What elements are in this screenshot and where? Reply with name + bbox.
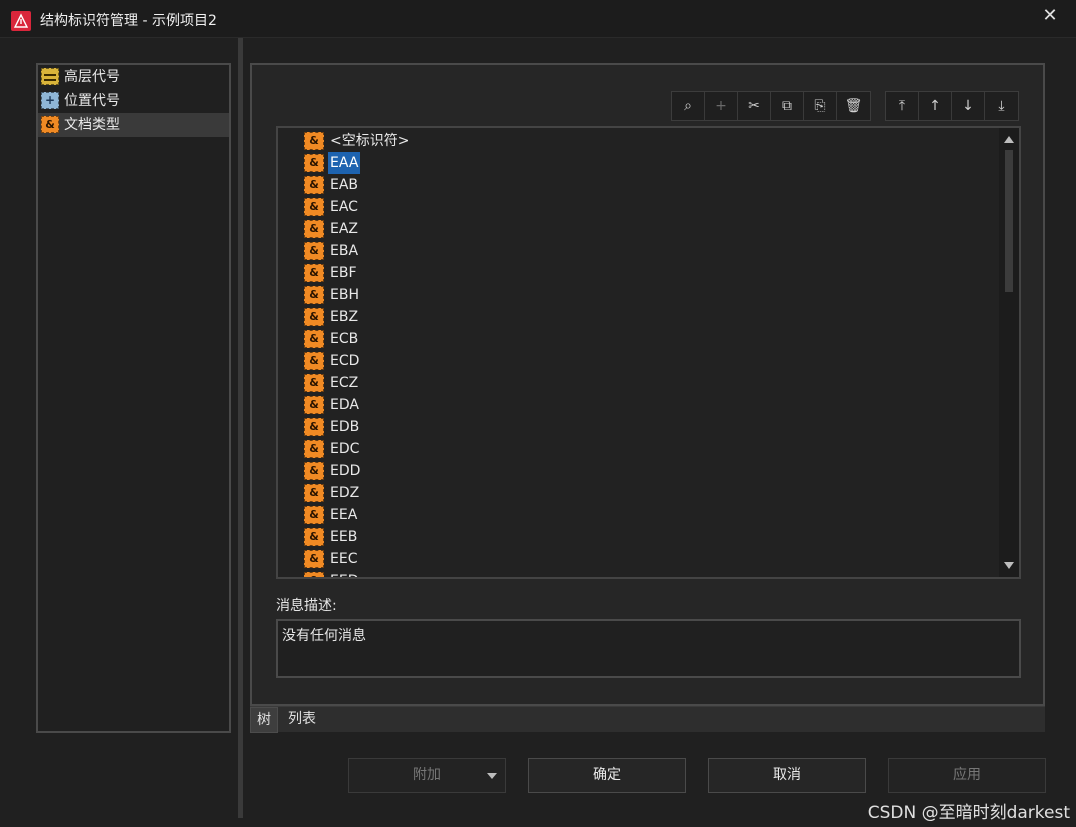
chevron-down-icon[interactable] <box>487 773 497 779</box>
tab-tree[interactable]: 树 <box>250 707 278 733</box>
paste-button[interactable]: ⎘ <box>804 92 837 120</box>
nav-item-document-type[interactable]: & 文档类型 <box>38 113 229 137</box>
copy-button[interactable]: ⧉ <box>771 92 804 120</box>
document-type-icon: & <box>304 396 324 414</box>
tree-item-label: ECZ <box>330 375 359 391</box>
nav-item-high-level-code[interactable]: 高层代号 <box>38 65 229 89</box>
cut-button[interactable]: ✂ <box>738 92 771 120</box>
nav-item-label: 高层代号 <box>64 69 120 85</box>
identifier-tree[interactable]: & <空标识符> & EAA & EAB & EAC & EAZ & EBA & EBF & EBH & EBZ &… <box>276 126 1021 579</box>
add-icon: + <box>715 98 727 114</box>
tree-item-label: EAC <box>330 199 358 215</box>
paste-icon: ⎘ <box>814 98 826 114</box>
location-code-icon: + <box>41 92 59 109</box>
view-tab-bar: 树 列表 <box>250 706 1045 733</box>
copy-icon: ⧉ <box>782 98 792 114</box>
move-down-icon: ↓ <box>962 98 974 114</box>
edit-toolbar: ⌕ + ✂ ⧉ ⎘ 🗑 <box>671 91 871 121</box>
nav-item-location-code[interactable]: + 位置代号 <box>38 89 229 113</box>
scroll-thumb[interactable] <box>1005 150 1013 292</box>
tree-item-label: EDA <box>330 397 359 413</box>
apply-button[interactable]: 应用 <box>888 758 1046 793</box>
tree-item-label: EBZ <box>330 309 359 325</box>
add-button[interactable]: + <box>705 92 738 120</box>
tree-item-label: EAZ <box>330 221 359 237</box>
tree-item-label: EDD <box>330 463 361 479</box>
tree-item-label: EED <box>328 570 360 577</box>
document-type-icon: & <box>304 352 324 370</box>
app-logo-icon <box>11 11 31 31</box>
tree-item-label: EBF <box>330 265 357 281</box>
document-type-icon: & <box>304 462 324 480</box>
document-type-icon: & <box>304 506 324 524</box>
document-type-icon: & <box>304 154 324 172</box>
tree-item-label: EDC <box>330 441 360 457</box>
window-title: 结构标识符管理 - 示例项目2 <box>40 13 217 29</box>
tree-item-label: EEC <box>330 551 358 567</box>
document-type-icon: & <box>304 484 324 502</box>
append-label: 附加 <box>413 767 441 783</box>
tree-item-label: EEA <box>330 507 358 523</box>
move-up-icon: ↑ <box>929 98 941 114</box>
move-toolbar: ⤒ ↑ ↓ ⤓ <box>885 91 1019 121</box>
document-type-icon: & <box>304 220 324 238</box>
message-label: 消息描述: <box>276 598 337 614</box>
delete-icon: 🗑 <box>844 98 863 114</box>
append-button[interactable]: 附加 <box>348 758 506 793</box>
document-type-icon: & <box>304 242 324 260</box>
move-top-button[interactable]: ⤒ <box>886 92 919 120</box>
document-type-icon: & <box>304 132 324 150</box>
cut-icon: ✂ <box>748 98 760 114</box>
tree-item-label: EEB <box>330 529 358 545</box>
document-type-icon: & <box>304 418 324 436</box>
search-icon: ⌕ <box>684 98 692 114</box>
move-bottom-button[interactable]: ⤓ <box>985 92 1018 120</box>
document-type-icon: & <box>304 198 324 216</box>
tree-item-label: EDZ <box>330 485 360 501</box>
message-box: 没有任何消息 <box>276 619 1021 678</box>
document-type-icon: & <box>304 264 324 282</box>
high-level-code-icon <box>41 68 59 85</box>
tree-item-label: <空标识符> <box>330 133 410 149</box>
nav-item-label: 文档类型 <box>64 117 120 133</box>
move-top-icon: ⤒ <box>898 98 906 114</box>
close-button[interactable]: ✕ <box>1038 6 1062 28</box>
move-bottom-icon: ⤓ <box>998 98 1005 114</box>
tree-item-label: ECD <box>330 353 360 369</box>
tree-scrollbar[interactable] <box>999 128 1019 577</box>
document-type-icon: & <box>304 308 324 326</box>
scroll-down-icon[interactable] <box>1004 562 1014 569</box>
tree-item-label: EAB <box>330 177 359 193</box>
document-type-icon: & <box>41 116 59 133</box>
move-down-button[interactable]: ↓ <box>952 92 985 120</box>
document-type-icon: & <box>304 176 324 194</box>
tab-list[interactable]: 列表 <box>282 707 322 733</box>
document-type-icon: & <box>304 374 324 392</box>
nav-item-label: 位置代号 <box>64 93 120 109</box>
document-type-icon: & <box>304 572 324 577</box>
panel-splitter[interactable] <box>238 38 243 818</box>
title-bar: 结构标识符管理 - 示例项目2 ✕ <box>0 0 1076 38</box>
tree-item-label: ECB <box>330 331 359 347</box>
scroll-up-icon[interactable] <box>1004 136 1014 143</box>
move-up-button[interactable]: ↑ <box>919 92 952 120</box>
tree-item-label: EDB <box>330 419 360 435</box>
search-button[interactable]: ⌕ <box>672 92 705 120</box>
ok-button[interactable]: 确定 <box>528 758 686 793</box>
document-type-icon: & <box>304 550 324 568</box>
document-type-icon: & <box>304 440 324 458</box>
tree-item-label: EBA <box>330 243 359 259</box>
document-type-icon: & <box>304 330 324 348</box>
cancel-button[interactable]: 取消 <box>708 758 866 793</box>
tree-item-label: EBH <box>330 287 359 303</box>
left-nav-panel: 高层代号 + 位置代号 & 文档类型 <box>36 63 231 733</box>
document-type-icon: & <box>304 286 324 304</box>
document-type-icon: & <box>304 528 324 546</box>
watermark-text: CSDN @至暗时刻darkest <box>867 803 1070 823</box>
tree-item-label: EAA <box>328 152 361 174</box>
delete-button[interactable]: 🗑 <box>837 92 870 120</box>
